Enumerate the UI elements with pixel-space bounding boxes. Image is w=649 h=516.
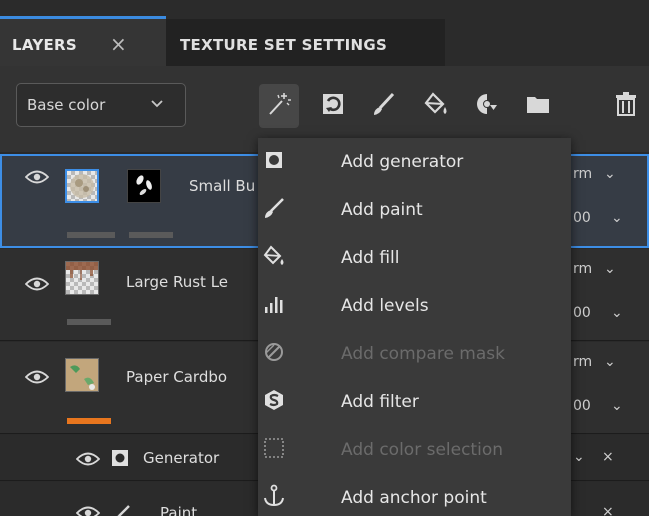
channel-select-value: Base color	[27, 96, 106, 114]
blend-mode[interactable]: rm	[573, 261, 592, 277]
channel-select[interactable]: Base color	[16, 83, 186, 127]
mask-icon	[473, 91, 499, 121]
layer-name: Paper Cardbo	[126, 368, 228, 386]
close-icon[interactable]: ×	[602, 504, 614, 516]
opacity-value[interactable]: 00	[573, 305, 591, 321]
tab-layers-label: LAYERS	[12, 36, 77, 54]
chevron-down-icon[interactable]: ⌄	[604, 354, 616, 370]
opacity-value[interactable]: 00	[573, 398, 591, 414]
chevron-down-icon[interactable]: ⌄	[611, 398, 623, 414]
close-icon[interactable]: ×	[602, 449, 614, 465]
fill-layer-button[interactable]	[416, 84, 456, 128]
folder-icon	[525, 91, 551, 121]
menu-item-add-fill[interactable]: Add fill	[258, 236, 571, 284]
layer-name: Large Rust Le	[126, 273, 229, 291]
layer-thumbnail[interactable]	[65, 261, 99, 295]
mask-thumbnail[interactable]	[127, 169, 161, 203]
chevron-down-icon[interactable]: ⌄	[604, 261, 616, 277]
smart-mask-button[interactable]	[313, 84, 353, 128]
top-strip	[0, 0, 649, 16]
layer-thumbnail[interactable]	[65, 169, 99, 203]
fill-bucket-icon	[423, 91, 449, 121]
compare-mask-icon	[262, 340, 286, 364]
chevron-down-icon[interactable]: ⌄	[573, 449, 585, 465]
layer-name: Small Bu	[189, 177, 256, 195]
generator-icon	[111, 449, 129, 471]
add-folder-button[interactable]	[518, 84, 558, 128]
eye-icon[interactable]	[24, 168, 50, 186]
chevron-down-icon[interactable]: ⌄	[611, 305, 623, 321]
blend-mode[interactable]: rm	[573, 354, 592, 370]
eye-icon[interactable]	[24, 368, 50, 386]
fill-bucket-icon	[262, 244, 286, 268]
menu-item-label: Add fill	[341, 248, 400, 268]
menu-item-label: Add anchor point	[341, 488, 487, 508]
menu-item-label: Add levels	[341, 296, 429, 316]
color-selection-icon	[262, 436, 286, 460]
menu-item-label: Add color selection	[341, 440, 503, 460]
add-effect-button[interactable]	[259, 84, 299, 128]
paint-layer-button[interactable]	[364, 84, 404, 128]
layer-thumbnail[interactable]	[65, 358, 99, 392]
menu-item-label: Add generator	[341, 152, 464, 172]
menu-item-label: Add paint	[341, 200, 423, 220]
chevron-down-icon[interactable]: ⌄	[604, 166, 616, 182]
mask-color-tag	[129, 232, 173, 238]
layer-color-tag	[67, 319, 111, 325]
tab-layers[interactable]: LAYERS ×	[0, 16, 166, 66]
eye-icon[interactable]	[24, 275, 50, 293]
smart-mask-icon	[320, 91, 346, 121]
menu-item-label: Add filter	[341, 392, 419, 412]
eye-icon[interactable]	[75, 504, 101, 516]
menu-item-add-levels[interactable]: Add levels	[258, 284, 571, 332]
blend-mode[interactable]: rm	[573, 166, 592, 182]
add-effect-menu: Add generator Add paint Add fill Add lev…	[258, 138, 571, 516]
eye-icon[interactable]	[75, 450, 101, 468]
menu-item-add-compare-mask: Add compare mask	[258, 332, 571, 380]
brush-icon	[113, 504, 131, 516]
add-mask-button[interactable]	[466, 84, 506, 128]
brush-icon	[262, 196, 286, 220]
delete-layer-button[interactable]	[606, 84, 646, 128]
generator-icon	[262, 148, 286, 172]
opacity-value[interactable]: 00	[573, 210, 591, 226]
menu-item-label: Add compare mask	[341, 344, 505, 364]
layer-color-tag-orange	[67, 418, 111, 424]
menu-item-add-anchor-point[interactable]: Add anchor point	[258, 476, 571, 516]
chevron-down-icon	[150, 92, 164, 120]
layer-color-tag	[67, 232, 115, 238]
menu-item-add-color-selection: Add color selection	[258, 428, 571, 476]
magic-wand-icon	[266, 91, 292, 121]
menu-item-add-filter[interactable]: Add filter	[258, 380, 571, 428]
menu-item-add-paint[interactable]: Add paint	[258, 188, 571, 236]
anchor-icon	[262, 484, 286, 508]
menu-item-add-generator[interactable]: Add generator	[258, 140, 571, 188]
filter-icon	[262, 388, 286, 412]
close-icon[interactable]: ×	[110, 32, 127, 56]
trash-icon	[613, 91, 639, 121]
brush-icon	[371, 91, 397, 121]
levels-icon	[262, 292, 286, 316]
chevron-down-icon[interactable]: ⌄	[611, 210, 623, 226]
effect-name: Paint	[160, 504, 198, 516]
effect-name: Generator	[143, 449, 220, 467]
tab-texture-set-label: TEXTURE SET SETTINGS	[180, 36, 388, 54]
tab-texture-set-settings[interactable]: TEXTURE SET SETTINGS	[166, 19, 445, 66]
